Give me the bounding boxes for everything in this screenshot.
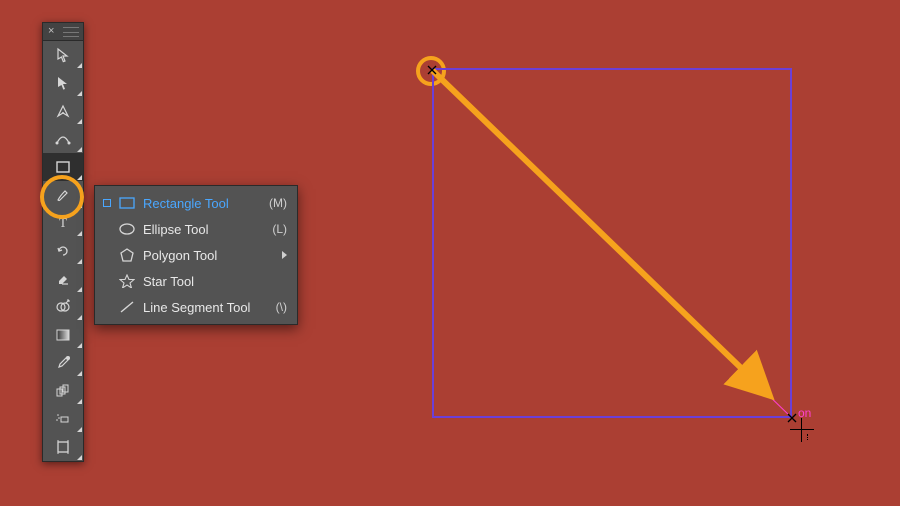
flyout-rectangle-tool[interactable]: Rectangle Tool (M) [95,190,297,216]
submenu-arrow-icon [282,251,287,259]
flyout-item-label: Ellipse Tool [143,222,264,237]
crosshair-cursor-icon [790,418,814,442]
flyout-item-label: Line Segment Tool [143,300,268,315]
rectangle-icon [119,195,135,211]
flyout-item-shortcut: (M) [269,196,287,210]
selection-tool[interactable] [43,41,83,69]
flyout-indicator-icon [77,91,82,96]
rectangle-tool[interactable] [43,153,83,181]
polygon-icon [119,247,135,263]
flyout-ellipse-tool[interactable]: Ellipse Tool (L) [95,216,297,242]
artboard-tool[interactable] [43,433,83,461]
flyout-indicator-icon [77,147,82,152]
eraser-tool[interactable] [43,265,83,293]
flyout-indicator-icon [77,399,82,404]
flyout-indicator-icon [77,343,82,348]
star-icon [119,273,135,289]
svg-text:T: T [59,215,67,230]
eyedropper-tool[interactable] [43,349,83,377]
line-icon [119,299,135,315]
flyout-indicator-icon [77,231,82,236]
curvature-tool[interactable] [43,125,83,153]
selected-indicator-icon [103,199,111,207]
tools-panel: × T [42,22,84,462]
flyout-star-tool[interactable]: Star Tool [95,268,297,294]
flyout-indicator-icon [77,175,82,180]
flyout-indicator-icon [77,287,82,292]
flyout-item-label: Polygon Tool [143,248,274,263]
drawn-rectangle [432,68,792,418]
blend-tool[interactable] [43,377,83,405]
flyout-line-segment-tool[interactable]: Line Segment Tool (\) [95,294,297,320]
shape-builder-tool[interactable] [43,293,83,321]
flyout-indicator-icon [77,455,82,460]
symbol-sprayer-tool[interactable] [43,405,83,433]
flyout-item-shortcut: (\) [276,300,287,314]
flyout-polygon-tool[interactable]: Polygon Tool [95,242,297,268]
flyout-item-label: Rectangle Tool [143,196,261,211]
flyout-indicator-icon [77,315,82,320]
panel-grip-icon[interactable] [63,27,79,37]
gradient-tool[interactable] [43,321,83,349]
ellipse-icon [119,221,135,237]
smart-guide-label: on [798,406,811,420]
shape-tool-flyout: Rectangle Tool (M) Ellipse Tool (L) Poly… [94,185,298,325]
panel-header[interactable]: × [43,23,83,41]
rotate-tool[interactable] [43,237,83,265]
type-tool[interactable]: T [43,209,83,237]
pen-tool[interactable] [43,97,83,125]
close-icon[interactable]: × [48,26,54,37]
flyout-indicator-icon [77,203,82,208]
flyout-item-label: Star Tool [143,274,287,289]
flyout-indicator-icon [77,259,82,264]
flyout-indicator-icon [77,427,82,432]
flyout-indicator-icon [77,371,82,376]
paintbrush-tool[interactable] [43,181,83,209]
flyout-indicator-icon [77,63,82,68]
direct-selection-tool[interactable] [43,69,83,97]
flyout-item-shortcut: (L) [272,222,287,236]
flyout-indicator-icon [77,119,82,124]
